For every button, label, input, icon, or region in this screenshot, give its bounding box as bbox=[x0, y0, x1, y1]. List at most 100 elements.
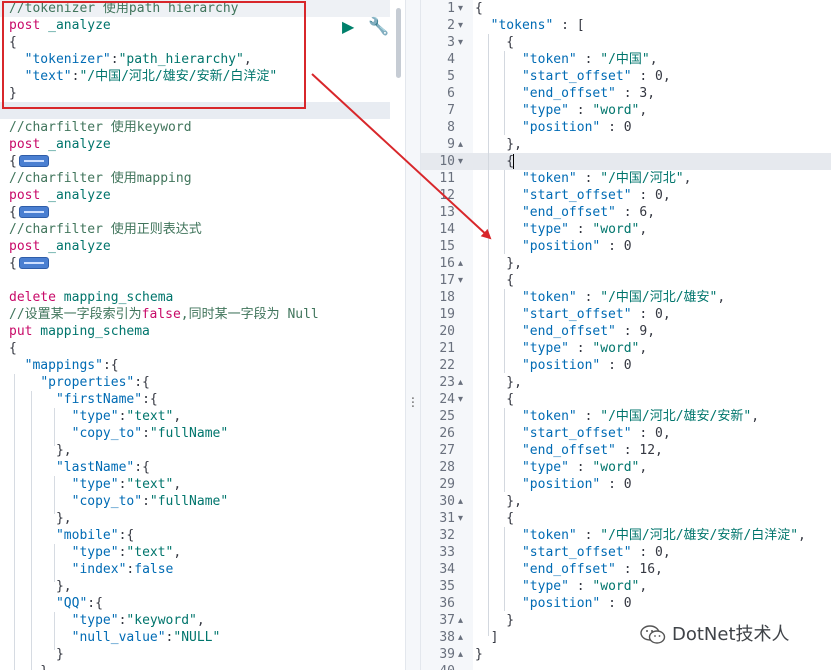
response-line: "position" : 0 bbox=[475, 476, 632, 493]
code-token: "start_offset" bbox=[521, 426, 632, 441]
code-token: "type" bbox=[71, 477, 119, 492]
code-token: : bbox=[615, 562, 640, 577]
code-token: "fullName" bbox=[149, 426, 229, 441]
request-line: "properties":{ bbox=[9, 374, 150, 391]
collapsed-block-icon[interactable] bbox=[18, 154, 49, 167]
code-token: : bbox=[631, 426, 656, 441]
line-number: 8 bbox=[447, 120, 455, 135]
fold-close-icon[interactable]: ▴ bbox=[458, 374, 470, 391]
play-icon[interactable]: ▶ bbox=[342, 18, 354, 36]
fold-close-icon[interactable]: ▴ bbox=[458, 136, 470, 153]
code-token: : bbox=[600, 358, 624, 373]
code-token: 0 bbox=[623, 477, 632, 492]
wrench-icon[interactable]: 🔧 bbox=[368, 18, 389, 36]
fold-close-icon[interactable]: ▴ bbox=[458, 646, 470, 663]
pane-resizer[interactable] bbox=[405, 0, 421, 670]
code-token: "copy_to" bbox=[71, 426, 143, 441]
code-token: _analyze bbox=[40, 239, 111, 254]
code-token: "NULL" bbox=[173, 630, 221, 645]
code-token: , bbox=[639, 460, 648, 475]
request-line: //charfilter 使用正则表达式 bbox=[9, 221, 202, 238]
fold-open-icon[interactable]: ▾ bbox=[458, 272, 470, 289]
request-line: //设置某一字段索引为false,同时某一字段为 Null bbox=[9, 306, 319, 323]
indent-guide bbox=[54, 612, 55, 650]
code-token: "type" bbox=[521, 103, 569, 118]
collapsed-block-icon[interactable] bbox=[18, 256, 49, 269]
indent-guide bbox=[54, 476, 55, 514]
code-token: : bbox=[576, 409, 601, 424]
request-line: { bbox=[9, 204, 49, 221]
collapsed-block-icon[interactable] bbox=[18, 205, 49, 218]
code-token: : bbox=[600, 596, 624, 611]
code-token: 16 bbox=[639, 562, 656, 577]
request-line: "copy_to":"fullName" bbox=[9, 493, 229, 510]
code-token: : bbox=[142, 494, 150, 509]
response-line: "token" : "/中国/河北", bbox=[475, 170, 691, 187]
fold-open-icon[interactable]: ▾ bbox=[458, 510, 470, 527]
code-token: : bbox=[615, 86, 640, 101]
code-token: "token" bbox=[521, 528, 577, 543]
fold-open-icon[interactable]: ▾ bbox=[458, 153, 470, 170]
code-token: :{ bbox=[142, 392, 158, 407]
code-token: "keyword" bbox=[126, 613, 197, 628]
request-line: put mapping_schema bbox=[9, 323, 150, 340]
response-viewer[interactable]: 1 ▾ 2 ▾ 3 ▾ 4 5 6 7 8 9 ▴ 10 ▾ 11 12 13 14 15 16 ▴ 17 ▾ 18 19 20 21… bbox=[421, 0, 831, 670]
response-line: } bbox=[475, 646, 483, 663]
line-number: 13 bbox=[439, 205, 455, 220]
resize-handle-icon[interactable]: · · · bbox=[410, 393, 416, 414]
code-token: { bbox=[475, 35, 515, 50]
code-token: //charfilter 使用正则表达式 bbox=[9, 222, 202, 237]
code-token: "index" bbox=[71, 562, 127, 577]
response-line: "position" : 0 bbox=[475, 119, 632, 136]
fold-open-icon[interactable]: ▾ bbox=[458, 17, 470, 34]
code-token: , bbox=[717, 290, 726, 305]
line-number: 11 bbox=[439, 171, 455, 186]
code-token: "text" bbox=[126, 477, 174, 492]
fold-open-icon[interactable]: ▾ bbox=[458, 0, 470, 17]
code-token: : bbox=[568, 341, 593, 356]
line-number: 33 bbox=[439, 545, 455, 560]
code-token: :{ bbox=[118, 528, 135, 543]
fold-close-icon[interactable]: ▴ bbox=[458, 255, 470, 272]
editor-scrollbar[interactable] bbox=[396, 8, 401, 78]
indent-guide bbox=[504, 289, 505, 373]
fold-close-icon[interactable]: ▴ bbox=[458, 612, 470, 629]
code-token: 0 bbox=[655, 545, 663, 560]
code-token: : bbox=[576, 290, 601, 305]
code-token: , bbox=[639, 103, 648, 118]
code-token: "position" bbox=[521, 120, 601, 135]
request-editor[interactable]: //tokenizer 使用path hierarchy post _analyz… bbox=[0, 0, 405, 670]
code-token: { bbox=[475, 1, 483, 16]
request-line: "type":"text", bbox=[9, 408, 182, 425]
code-token: : bbox=[631, 69, 656, 84]
fold-close-icon[interactable]: ▴ bbox=[458, 629, 470, 646]
text-cursor bbox=[513, 154, 514, 169]
fold-close-icon[interactable]: ▴ bbox=[458, 493, 470, 510]
line-number: 37 bbox=[439, 613, 455, 628]
code-token: "position" bbox=[521, 477, 601, 492]
fold-open-icon[interactable]: ▾ bbox=[458, 34, 470, 51]
code-token: }, bbox=[9, 511, 72, 526]
code-token: false bbox=[141, 307, 181, 322]
code-token: "mappings" bbox=[24, 358, 103, 373]
code-token: :{ bbox=[102, 358, 119, 373]
fold-open-icon[interactable]: ▾ bbox=[458, 391, 470, 408]
indent-guide bbox=[504, 527, 505, 611]
line-number: 29 bbox=[439, 477, 455, 492]
code-token: , bbox=[662, 426, 671, 441]
code-token: 0 bbox=[655, 69, 663, 84]
line-number: 19 bbox=[439, 307, 455, 322]
code-token: post bbox=[9, 188, 41, 203]
code-token: "properties" bbox=[40, 375, 135, 390]
indent-guide bbox=[504, 170, 505, 254]
response-line: "type" : "word", bbox=[475, 340, 647, 357]
response-line: { bbox=[475, 391, 514, 408]
